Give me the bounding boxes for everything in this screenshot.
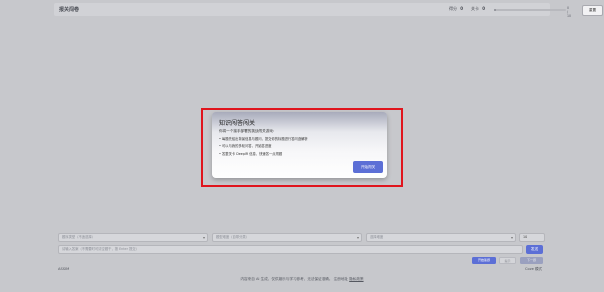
status-right: Coze 模式 xyxy=(525,267,543,271)
modal-rule-item: • 可以与我的多轮问答，开始答进度 xyxy=(219,144,272,149)
modal-rule-item: • 每题先给出背景信息与题问，提交你的标题进行答问逐解析 xyxy=(219,137,308,141)
reset-button[interactable]: 重置 xyxy=(582,5,603,16)
intro-modal: 知识闯答闯关 你将一个接手部署的挑战闯关游戏： • 每题先给出背景信息与题问，提… xyxy=(212,112,387,178)
score-label: 得分 xyxy=(449,6,457,11)
question-count-value: 10 xyxy=(523,235,528,239)
answer-input[interactable]: 请输入答案（不需要时可清空题干，按 Enter 提交） xyxy=(58,245,523,254)
level-label: 关卡 xyxy=(471,6,479,11)
level-display: 关卡 0 xyxy=(471,6,485,12)
modal-rule-item: • 答整关卡 DeepIR 信息，快速答一点闯题 xyxy=(219,151,283,156)
chevron-down-icon: ▾ xyxy=(202,235,205,240)
difficulty-select-placeholder: 选择难度 xyxy=(370,235,384,239)
modal-title: 知识闯答闯关 xyxy=(219,120,256,127)
score-value: 0 xyxy=(460,6,464,11)
send-button[interactable]: 发送 xyxy=(526,245,543,254)
hint-button[interactable]: 提示 xyxy=(499,257,516,264)
score-display: 得分 0 xyxy=(449,6,463,12)
header-bar: 报关闯卷 得分 0 关卡 0 0 / 10 重置 xyxy=(54,3,603,18)
next-question-button[interactable]: 下一题 xyxy=(520,257,543,264)
app-title: 报关闯卷 xyxy=(59,7,80,13)
type-select-placeholder: 题型难度（自带分类） xyxy=(216,235,249,239)
answer-input-placeholder: 请输入答案（不需要时可清空题干，按 Enter 提交） xyxy=(62,247,139,251)
footer-link[interactable]: 隐私政策 xyxy=(349,277,363,281)
start-button[interactable]: 开始闯关 xyxy=(353,161,383,173)
modal-intro: 你将一个接手部署的挑战闯关游戏： xyxy=(219,129,277,133)
chevron-down-icon: ▾ xyxy=(510,235,513,240)
footer-text: 内容来自 AI 生成，仅供娱乐与学习参考，无法保证准确。 注册地址 xyxy=(240,277,349,281)
difficulty-select[interactable]: 选择难度 ▾ xyxy=(366,233,516,242)
category-select-placeholder: 题序类型（不适选择） xyxy=(62,235,95,239)
progress-text: 0 / 10 xyxy=(567,6,572,18)
category-select[interactable]: 题序类型（不适选择） ▾ xyxy=(58,233,208,242)
status-left: ASSIM xyxy=(58,267,70,271)
modal-rules-list: • 每题先给出背景信息与题问，提交你的标题进行答问逐解析 • 可以与我的多轮问答… xyxy=(219,136,379,158)
start-answer-button[interactable]: 开始答题 xyxy=(472,257,496,264)
progress-fill xyxy=(494,9,497,11)
footer: 内容来自 AI 生成，仅供娱乐与学习参考，无法保证准确。 注册地址 隐私政策 xyxy=(0,277,604,282)
chevron-down-icon: ▾ xyxy=(356,235,359,240)
question-count-input[interactable]: 10 xyxy=(519,233,545,242)
level-value: 0 xyxy=(482,6,486,11)
progress-bar xyxy=(494,9,566,11)
type-select[interactable]: 题型难度（自带分类） ▾ xyxy=(212,233,362,242)
